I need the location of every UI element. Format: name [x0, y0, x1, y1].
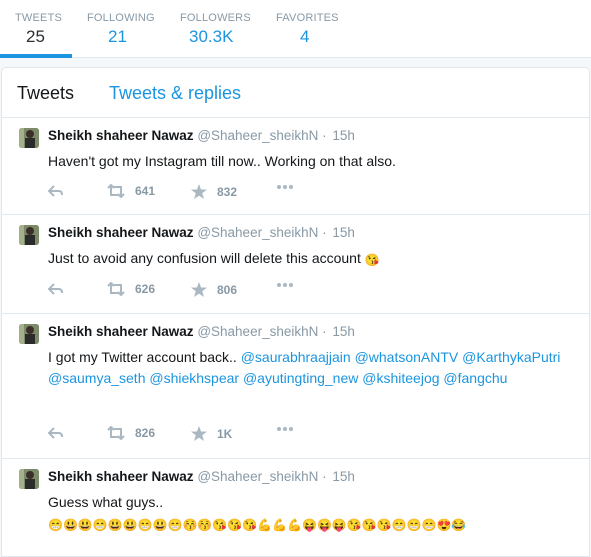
- author-handle[interactable]: @Shaheer_sheikhN: [197, 128, 318, 143]
- avatar[interactable]: [19, 469, 39, 489]
- separator: ·: [322, 469, 327, 484]
- retweet-icon: [107, 184, 125, 198]
- mention-link[interactable]: @fangchu: [443, 370, 507, 386]
- tweet-text: Haven't got my Instagram till now.. Work…: [48, 151, 578, 172]
- tweet-text-body: Just to avoid any confusion will delete …: [48, 250, 361, 266]
- author-handle[interactable]: @Shaheer_sheikhN: [197, 225, 318, 240]
- tweet[interactable]: Sheikh shaheer Nawaz @Shaheer_sheikhN · …: [2, 118, 589, 215]
- stat-value: 25: [26, 27, 45, 46]
- tweet[interactable]: Sheikh shaheer Nawaz @Shaheer_sheikhN · …: [2, 314, 589, 459]
- tweet-header: Sheikh shaheer Nawaz @Shaheer_sheikhN · …: [48, 469, 355, 484]
- author-name[interactable]: Sheikh shaheer Nawaz: [48, 225, 194, 240]
- stat-label: FOLLOWING: [87, 12, 155, 24]
- tweet-text-body: Haven't got my Instagram till now.. Work…: [48, 153, 396, 169]
- stat-value: 4: [300, 27, 310, 46]
- tab-tweets[interactable]: Tweets: [17, 83, 74, 104]
- tweet-header: Sheikh shaheer Nawaz @Shaheer_sheikhN · …: [48, 225, 355, 240]
- avatar[interactable]: [19, 324, 39, 344]
- reply-button[interactable]: [48, 426, 64, 440]
- separator: ·: [322, 324, 327, 339]
- timeline-card: Tweets Tweets & replies Sheikh shaheer N…: [1, 67, 590, 557]
- favorite-button[interactable]: 806: [191, 282, 237, 297]
- favorite-star-icon: [191, 426, 207, 441]
- stat-label: FAVORITES: [276, 12, 339, 24]
- avatar[interactable]: [19, 128, 39, 148]
- mention-link[interactable]: @shiekhspear: [149, 370, 239, 386]
- tab-tweets-and-replies[interactable]: Tweets & replies: [109, 83, 241, 104]
- emoji: 😘: [364, 253, 380, 267]
- favorite-button[interactable]: 832: [191, 184, 237, 199]
- stat-label: TWEETS: [15, 12, 63, 24]
- more-button[interactable]: [276, 184, 294, 190]
- reply-button[interactable]: [48, 184, 64, 198]
- stat-value: 30.3K: [189, 27, 234, 46]
- retweet-button[interactable]: 626: [107, 282, 155, 296]
- retweet-button[interactable]: 826: [107, 426, 155, 440]
- emoji-string: 😁😃😃😁😃😃😁😃😁😚😚😘😘😘💪💪💪😝😝😝😘😘😘😁😁😁😍😂: [48, 518, 467, 532]
- favorite-count: 806: [217, 282, 238, 297]
- tweet-header: Sheikh shaheer Nawaz @Shaheer_sheikhN · …: [48, 128, 355, 143]
- tweet-text: Guess what guys.. 😁😃😃😁😃😃😁😃😁😚😚😘😘😘💪💪💪😝😝😝😘😘…: [48, 492, 578, 534]
- favorite-star-icon: [191, 184, 207, 199]
- author-name[interactable]: Sheikh shaheer Nawaz: [48, 469, 194, 484]
- mention-link[interactable]: @whatsonANTV: [355, 349, 459, 365]
- reply-button[interactable]: [48, 282, 64, 296]
- tweet-text: Just to avoid any confusion will delete …: [48, 248, 578, 269]
- mention-link[interactable]: @saumya_seth: [48, 370, 145, 386]
- mention-link[interactable]: @kshiteejog: [362, 370, 439, 386]
- separator: ·: [322, 128, 327, 143]
- profile-stats-bar: TWEETS 25 FOLLOWING 21 FOLLOWERS 30.3K F…: [0, 0, 591, 58]
- reply-icon: [48, 283, 63, 295]
- retweet-button[interactable]: 641: [107, 184, 155, 198]
- author-name[interactable]: Sheikh shaheer Nawaz: [48, 128, 194, 143]
- tweet-text-body: Guess what guys..: [48, 494, 164, 510]
- more-button[interactable]: [276, 426, 294, 432]
- stat-value: 21: [108, 27, 127, 46]
- favorite-count: 1K: [217, 426, 233, 441]
- retweet-count: 826: [135, 426, 156, 440]
- mention-link[interactable]: @ayutingting_new: [243, 370, 358, 386]
- tweet-timestamp[interactable]: 15h: [332, 324, 355, 339]
- more-icon: [277, 283, 293, 287]
- separator: ·: [322, 225, 327, 240]
- favorite-count: 832: [217, 184, 238, 199]
- mention-link[interactable]: @saurabhraajjain: [241, 349, 351, 365]
- stat-label: FOLLOWERS: [180, 12, 251, 24]
- retweet-icon: [107, 426, 125, 440]
- more-button[interactable]: [276, 282, 294, 288]
- reply-icon: [48, 185, 63, 197]
- timeline-tabs: Tweets Tweets & replies: [2, 68, 589, 118]
- author-handle[interactable]: @Shaheer_sheikhN: [197, 324, 318, 339]
- tweet-timestamp[interactable]: 15h: [332, 128, 355, 143]
- author-name[interactable]: Sheikh shaheer Nawaz: [48, 324, 194, 339]
- favorite-star-icon: [191, 282, 207, 297]
- tweet-text-body: I got my Twitter account back..: [48, 349, 237, 365]
- favorite-button[interactable]: 1K: [191, 426, 232, 441]
- tweet[interactable]: Sheikh shaheer Nawaz @Shaheer_sheikhN · …: [2, 459, 589, 556]
- retweet-count: 641: [135, 184, 156, 198]
- tweet[interactable]: Sheikh shaheer Nawaz @Shaheer_sheikhN · …: [2, 215, 589, 314]
- tweet-text: I got my Twitter account back.. @saurabh…: [48, 347, 578, 389]
- more-icon: [277, 185, 293, 189]
- active-stat-underline: [0, 54, 72, 58]
- retweet-icon: [107, 282, 125, 296]
- reply-icon: [48, 427, 63, 439]
- author-handle[interactable]: @Shaheer_sheikhN: [197, 469, 318, 484]
- mention-link[interactable]: @KarthykaPutri: [462, 349, 560, 365]
- tweet-timestamp[interactable]: 15h: [332, 469, 355, 484]
- avatar[interactable]: [19, 225, 39, 245]
- tweet-timestamp[interactable]: 15h: [332, 225, 355, 240]
- retweet-count: 626: [135, 282, 156, 296]
- tweet-header: Sheikh shaheer Nawaz @Shaheer_sheikhN · …: [48, 324, 355, 339]
- more-icon: [277, 427, 293, 431]
